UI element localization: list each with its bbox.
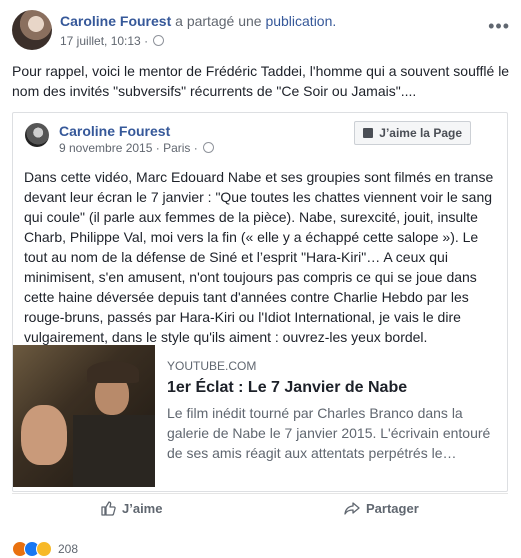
shared-author-name-link[interactable]: Caroline Fourest [59, 123, 170, 139]
reactions-count: 208 [58, 542, 79, 557]
shared-post-text: Dans cette vidéo, Marc Edouard Nabe et s… [24, 169, 494, 345]
like-page-label: J’aime la Page [379, 126, 462, 140]
more-icon[interactable]: ••• [488, 16, 510, 37]
header-title-line: Caroline Fourest a partagé une publicati… [60, 13, 336, 29]
thumbs-up-icon [363, 128, 374, 138]
meta-separator: · [152, 141, 164, 155]
share-label: Partager [366, 501, 419, 516]
globe-icon [203, 142, 215, 153]
action-divider [12, 493, 508, 494]
author-name-link[interactable]: Caroline Fourest [60, 13, 171, 29]
shared-post-meta: 9 novembre 2015 · Paris · [59, 141, 215, 155]
globe-icon [153, 35, 165, 46]
thumbnail-figure-coat [73, 415, 155, 487]
shared-post-location[interactable]: Paris [163, 141, 190, 155]
shared-text: a partagé une [171, 13, 266, 29]
shared-post-card: Caroline Fourest 9 novembre 2015 · Paris… [12, 112, 508, 492]
post-meta: 17 juillet, 10:13 · [60, 34, 165, 48]
shared-post-date[interactable]: 9 novembre 2015 [59, 141, 152, 155]
share-button[interactable]: Partager [344, 500, 419, 520]
like-label: J’aime [122, 501, 163, 516]
meta-separator: · [140, 34, 152, 48]
meta-separator: · [190, 141, 202, 155]
thumbnail-figure-hat [87, 361, 139, 383]
like-button[interactable]: J’aime [100, 500, 162, 520]
link-preview[interactable]: YOUTUBE.COM 1er Éclat : Le 7 Janvier de … [13, 345, 507, 487]
author-avatar[interactable] [12, 10, 52, 50]
thumbs-up-icon [101, 501, 116, 516]
post-header: Caroline Fourest a partagé une publicati… [12, 10, 512, 54]
facebook-post: Caroline Fourest a partagé une publicati… [0, 0, 521, 558]
post-timestamp[interactable]: 17 juillet, 10:13 [60, 34, 141, 48]
link-preview-body[interactable]: YOUTUBE.COM 1er Éclat : Le 7 Janvier de … [155, 345, 507, 487]
like-page-button[interactable]: J’aime la Page [354, 121, 471, 145]
link-title[interactable]: 1er Éclat : Le 7 Janvier de Nabe [167, 377, 495, 399]
shared-author-avatar[interactable] [25, 123, 49, 147]
link-description: Le film inédit tourné par Charles Branco… [167, 405, 491, 461]
wow-reaction-icon [36, 541, 52, 558]
share-icon [344, 502, 360, 515]
post-body-text: Pour rappel, voici le mentor de Frédéric… [12, 63, 510, 99]
link-domain: YOUTUBE.COM [167, 359, 257, 373]
publication-link[interactable]: publication. [265, 13, 336, 29]
video-thumbnail[interactable] [13, 345, 155, 487]
thumbnail-figure-face [21, 405, 67, 465]
reactions-summary[interactable]: 208 [12, 540, 79, 558]
